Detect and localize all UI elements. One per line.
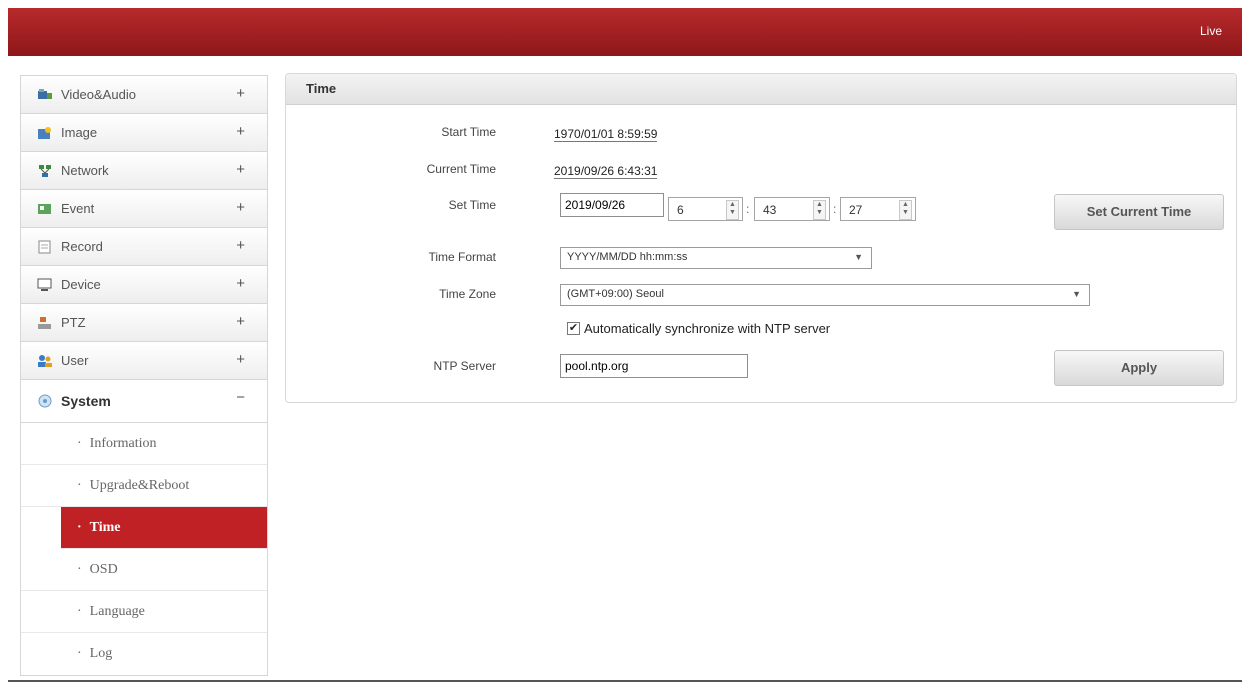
sidebar-item-label: System xyxy=(61,393,111,409)
current-time-label: Current Time xyxy=(426,162,496,176)
start-time-value: 1970/01/01 8:59:59 xyxy=(554,127,658,142)
dropdown-arrow-icon: ▼ xyxy=(854,252,863,262)
bullet-icon: · xyxy=(77,519,82,535)
event-icon xyxy=(37,202,53,216)
submenu-label: Language xyxy=(89,603,145,619)
sidebar-item-label: Network xyxy=(61,163,109,178)
time-format-select[interactable]: YYYY/MM/DD hh:mm:ss ▼ xyxy=(560,247,872,269)
dropdown-arrow-icon: ▼ xyxy=(1072,289,1081,299)
hour-spinner[interactable]: 6 ▲ ▼ xyxy=(668,197,743,221)
sidebar-item-label: Device xyxy=(61,277,101,292)
expand-plus-icon[interactable]: + xyxy=(236,199,245,216)
hour-value: 6 xyxy=(677,203,684,217)
sidebar-item-label: Event xyxy=(61,201,95,216)
sidebar-item-label: Video&Audio xyxy=(61,87,136,102)
time-zone-select[interactable]: (GMT+09:00) Seoul ▼ xyxy=(560,284,1090,306)
image-icon xyxy=(37,126,53,140)
set-date-input[interactable] xyxy=(560,193,664,217)
apply-button[interactable]: Apply xyxy=(1054,350,1224,386)
expand-plus-icon[interactable]: + xyxy=(236,351,245,368)
expand-plus-icon[interactable]: + xyxy=(236,85,245,102)
device-icon xyxy=(37,278,53,292)
set-current-time-button[interactable]: Set Current Time xyxy=(1054,194,1224,230)
submenu-label: Information xyxy=(89,435,157,451)
second-spin-arrows-icon[interactable]: ▲ ▼ xyxy=(899,200,912,220)
expand-plus-icon[interactable]: + xyxy=(236,237,245,254)
network-icon xyxy=(37,164,53,178)
hour-spin-arrows-icon[interactable]: ▲ ▼ xyxy=(726,200,739,220)
submenu-item-language[interactable]: · Language xyxy=(21,591,267,633)
time-zone-label: Time Zone xyxy=(439,287,496,301)
submenu-item-log[interactable]: · Log xyxy=(21,633,267,675)
minute-spinner[interactable]: 43 ▲ ▼ xyxy=(754,197,830,221)
sidebar-item-event[interactable]: Event + xyxy=(20,189,268,227)
time-format-value: YYYY/MM/DD hh:mm:ss xyxy=(567,251,688,263)
ntp-server-input[interactable] xyxy=(560,354,748,378)
time-separator: : xyxy=(746,202,750,216)
bullet-icon: · xyxy=(77,603,82,619)
system-submenu: · Information · Upgrade&Reboot · Time · OSD … xyxy=(20,423,268,676)
minute-value: 43 xyxy=(763,203,777,217)
top-header-bar: Live xyxy=(8,8,1242,56)
sidebar: Video&Audio + Image + Network + Event + … xyxy=(20,75,268,676)
start-time-label: Start Time xyxy=(441,125,496,139)
sidebar-item-label: User xyxy=(61,353,89,368)
ntp-server-label: NTP Server xyxy=(433,359,496,373)
record-icon xyxy=(37,240,53,254)
bullet-icon: · xyxy=(77,435,82,451)
live-link[interactable]: Live xyxy=(1200,24,1222,38)
time-format-label: Time Format xyxy=(428,250,496,264)
ntp-sync-label: Automatically synchronize with NTP serve… xyxy=(584,321,831,336)
video-audio-icon xyxy=(37,88,53,102)
minute-spin-arrows-icon[interactable]: ▲ ▼ xyxy=(813,200,826,220)
ptz-icon xyxy=(37,316,53,330)
expand-plus-icon[interactable]: + xyxy=(236,275,245,292)
submenu-label: Upgrade&Reboot xyxy=(89,477,190,493)
sidebar-item-ptz[interactable]: PTZ + xyxy=(20,303,268,341)
ntp-sync-checkbox[interactable]: ✔ xyxy=(567,322,580,335)
submenu-item-upgrade-reboot[interactable]: · Upgrade&Reboot xyxy=(21,465,267,507)
second-spinner[interactable]: 27 ▲ ▼ xyxy=(840,197,916,221)
sidebar-item-label: PTZ xyxy=(61,315,86,330)
submenu-item-osd[interactable]: · OSD xyxy=(21,549,267,591)
sidebar-item-system[interactable]: System − xyxy=(20,379,268,423)
submenu-label: OSD xyxy=(89,561,118,577)
time-separator: : xyxy=(833,202,837,216)
time-settings-panel: Time Start Time 1970/01/01 8:59:59 Curre… xyxy=(285,73,1237,403)
expand-plus-icon[interactable]: + xyxy=(236,161,245,178)
bottom-divider xyxy=(8,680,1242,682)
panel-title: Time xyxy=(286,74,1236,105)
expand-plus-icon[interactable]: + xyxy=(236,313,245,330)
submenu-label: Time xyxy=(89,519,121,535)
bullet-icon: · xyxy=(77,477,82,493)
submenu-item-information[interactable]: · Information xyxy=(21,423,267,465)
submenu-label: Log xyxy=(89,646,113,661)
bullet-icon: · xyxy=(77,561,82,577)
set-time-label: Set Time xyxy=(448,198,496,212)
submenu-item-time[interactable]: · Time xyxy=(61,507,267,549)
sidebar-item-label: Record xyxy=(61,239,103,254)
sidebar-item-user[interactable]: User + xyxy=(20,341,268,379)
sidebar-item-image[interactable]: Image + xyxy=(20,113,268,151)
sidebar-item-video-audio[interactable]: Video&Audio + xyxy=(20,75,268,113)
bullet-icon: · xyxy=(77,646,82,661)
user-icon xyxy=(37,354,53,368)
system-icon xyxy=(37,394,53,408)
sidebar-item-network[interactable]: Network + xyxy=(20,151,268,189)
expand-plus-icon[interactable]: + xyxy=(236,123,245,140)
sidebar-item-label: Image xyxy=(61,125,98,140)
second-value: 27 xyxy=(849,203,863,217)
collapse-minus-icon[interactable]: − xyxy=(236,389,245,406)
time-zone-value: (GMT+09:00) Seoul xyxy=(567,288,664,300)
sidebar-item-device[interactable]: Device + xyxy=(20,265,268,303)
sidebar-item-record[interactable]: Record + xyxy=(20,227,268,265)
current-time-value: 2019/09/26 6:43:31 xyxy=(554,164,658,179)
